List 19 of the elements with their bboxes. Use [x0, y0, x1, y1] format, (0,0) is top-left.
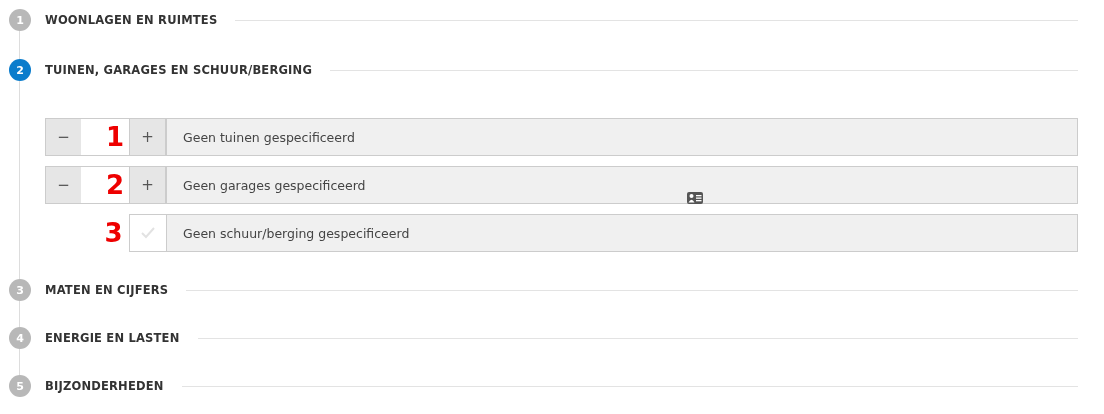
- step-title[interactable]: MATEN EN CIJFERS: [45, 283, 169, 297]
- plus-button[interactable]: +: [129, 118, 166, 156]
- item-label: Geen tuinen gespecificeerd: [166, 118, 1078, 156]
- id-card-icon: [687, 192, 703, 204]
- item-label: Geen schuur/berging gespecificeerd: [166, 214, 1078, 252]
- number-marker: 3: [103, 217, 124, 250]
- checkbox[interactable]: [128, 214, 167, 252]
- minus-button[interactable]: −: [45, 166, 82, 204]
- step-title[interactable]: WOONLAGEN EN RUIMTES: [45, 13, 218, 27]
- count-field[interactable]: 2: [81, 166, 129, 204]
- count-field[interactable]: 1: [81, 118, 129, 156]
- step-number[interactable]: 2: [9, 59, 31, 81]
- item-label: Geen garages gespecificeerd: [166, 166, 1078, 204]
- step-title[interactable]: TUINEN, GARAGES EN SCHUUR/BERGING: [45, 63, 313, 77]
- plus-button[interactable]: +: [129, 166, 166, 204]
- minus-button[interactable]: −: [45, 118, 82, 156]
- check-icon: [139, 226, 156, 240]
- step-title[interactable]: BIJZONDERHEDEN: [45, 379, 164, 393]
- step-title[interactable]: ENERGIE EN LASTEN: [45, 331, 180, 345]
